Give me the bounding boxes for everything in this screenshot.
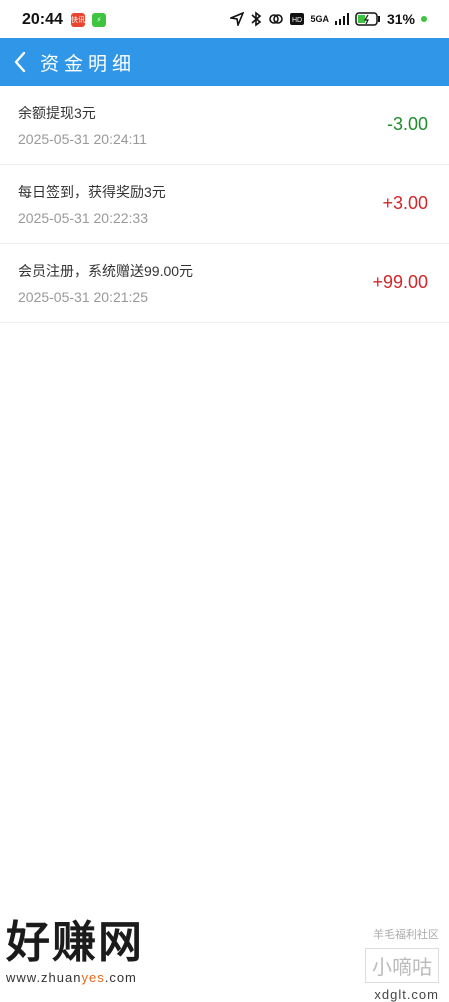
transaction-row[interactable]: 余额提现3元 2025-05-31 20:24:11 -3.00 [0,86,449,165]
transaction-amount: +99.00 [372,272,428,292]
page-title: 资金明细 [40,53,137,75]
chevron-left-icon [14,51,26,73]
watermark-url-part: www.zhuan [6,970,82,985]
transaction-amount: -3.00 [386,114,428,134]
link-icon [269,14,284,24]
status-icons: HD 5GA 31% [230,11,427,27]
transaction-title: 每日签到，获得奖励3元 [18,184,166,200]
news-app-icon: 快讯 [71,13,85,27]
watermark-logo-text: 小嘀咕 [365,948,439,983]
transaction-title: 会员注册，系统赠送99.00元 [18,263,194,279]
transaction-title: 余额提现3元 [18,105,96,121]
app-header: 资金明细 [0,38,449,86]
watermark-caption: 羊毛福利社区 [373,929,439,941]
watermark-right: 羊毛福利社区 小嘀咕 xdglt.com [365,926,439,1002]
watermark-url-part: .com [104,970,137,985]
svg-text:HD: HD [292,17,302,24]
power-app-icon: ⚡ [92,13,106,27]
battery-percent: 31% [386,11,415,27]
transaction-row[interactable]: 每日签到，获得奖励3元 2025-05-31 20:22:33 +3.00 [0,165,449,244]
watermark-url-highlight: yes [81,970,105,985]
location-icon [230,12,245,26]
transaction-time: 2025-05-31 20:24:11 [18,131,147,147]
battery-icon [355,12,380,26]
watermark-left: 好赚网 www.zhuanyes.com [6,918,144,985]
hd-icon: HD [290,13,305,25]
signal-icon [334,13,349,25]
privacy-dot-icon [421,16,427,22]
transaction-time: 2025-05-31 20:21:25 [18,289,148,305]
status-bar: 20:44 快讯 ⚡ HD 5GA 31% [0,0,449,40]
back-button[interactable] [0,38,40,86]
watermark-logo-text: 好赚网 [6,918,144,967]
transaction-amount: +3.00 [382,193,428,213]
bluetooth-icon [251,11,262,27]
transaction-row[interactable]: 会员注册，系统赠送99.00元 2025-05-31 20:21:25 +99.… [0,244,449,323]
status-time: 20:44 [22,11,63,28]
transaction-time: 2025-05-31 20:22:33 [18,210,148,226]
watermark-url: www.zhuanyes.com [6,970,144,985]
transaction-list: 余额提现3元 2025-05-31 20:24:11 -3.00 每日签到，获得… [0,86,449,323]
network-label: 5GA [310,14,329,24]
